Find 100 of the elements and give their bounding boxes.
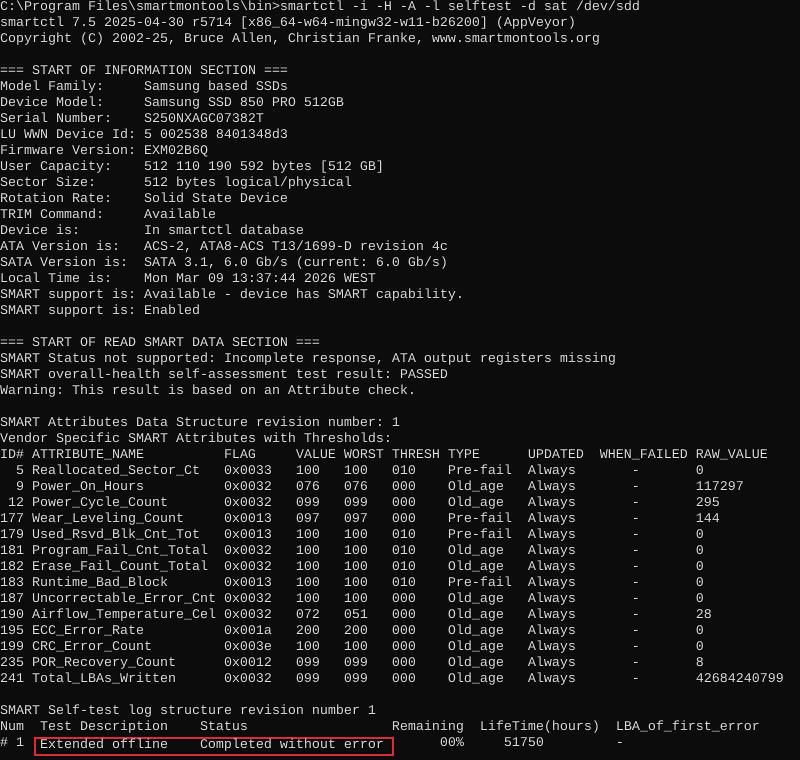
field-value: 5 002538 8401348d3 (144, 128, 288, 144)
terminal-line: smartctl 7.5 2025-04-30 r5714 [x86_64-w64-mingw32-w11-b26200] (AppVeyor) (0, 16, 576, 32)
column-header: LBA_of_first_error (616, 720, 760, 736)
field-label: Serial Number: (0, 112, 113, 128)
field-value: SATA 3.1, 6.0 Gb/s (current: 6.0 Gb/s) (144, 256, 448, 272)
table-cell: Uncorrectable_Error_Cnt (32, 592, 216, 608)
column-header: ID# (0, 448, 24, 464)
table-cell: 010 (392, 576, 416, 592)
table-cell: 100 (344, 528, 368, 544)
terminal-line: Vendor Specific SMART Attributes with Thresholds: (0, 432, 392, 448)
table-cell: - (632, 592, 640, 608)
table-cell: - (632, 544, 640, 560)
table-cell: 0 (696, 528, 704, 544)
table-cell: 076 (296, 480, 320, 496)
table-cell: 099 (344, 672, 368, 688)
table-cell: - (632, 672, 640, 688)
table-cell: Old_age (448, 496, 504, 512)
column-header: FLAG (224, 448, 256, 464)
field-label: Local Time is: (0, 272, 113, 288)
table-cell: 000 (392, 512, 416, 528)
table-cell: Airflow_Temperature_Cel (32, 608, 216, 624)
field-value: Samsung based SSDs (144, 80, 288, 96)
table-cell: 0x0013 (224, 528, 272, 544)
column-header: Num (0, 720, 24, 736)
table-cell: 100 (344, 464, 368, 480)
column-header: WHEN_FAILED (600, 448, 688, 464)
section-heading: === START OF READ SMART DATA SECTION === (0, 336, 320, 352)
table-cell: Erase_Fail_Count_Total (32, 560, 208, 576)
field-value: Available (144, 208, 216, 224)
table-cell: 099 (344, 496, 368, 512)
table-cell: - (632, 464, 640, 480)
table-cell: 000 (392, 672, 416, 688)
table-cell: 051 (344, 608, 368, 624)
table-cell: 195 (0, 624, 24, 640)
field-label: LU WWN Device Id: (0, 128, 137, 144)
table-cell: 0x0013 (224, 512, 272, 528)
table-cell: Always (528, 576, 576, 592)
table-cell: 187 (0, 592, 24, 608)
table-cell: Old_age (448, 672, 504, 688)
table-cell: - (632, 656, 640, 672)
table-cell: Always (528, 528, 576, 544)
table-cell: Total_LBAs_Written (32, 672, 176, 688)
section-heading: === START OF INFORMATION SECTION === (0, 64, 288, 80)
field-label: SMART support is: (0, 288, 137, 304)
table-cell: - (632, 496, 640, 512)
table-cell: 0x001a (224, 624, 272, 640)
column-header: ATTRIBUTE_NAME (32, 448, 144, 464)
field-label: Sector Size: (0, 176, 97, 192)
table-cell: 000 (392, 496, 416, 512)
column-header: RAW_VALUE (696, 448, 768, 464)
column-header: WORST (344, 448, 384, 464)
table-cell: Always (528, 624, 576, 640)
terminal-line: SMART Attributes Data Structure revision number: 1 (0, 416, 400, 432)
field-label: SATA Version is: (0, 256, 129, 272)
table-cell: 000 (392, 624, 416, 640)
field-label: SMART support is: (0, 304, 137, 320)
field-label: TRIM Command: (0, 208, 105, 224)
table-cell: 0 (696, 544, 704, 560)
field-value: Mon Mar 09 13:37:44 2026 WEST (144, 272, 376, 288)
table-cell: 0x0032 (224, 608, 272, 624)
table-cell: 0x0012 (224, 656, 272, 672)
column-header: Status (200, 720, 248, 736)
table-cell: Always (528, 592, 576, 608)
table-cell: # 1 (0, 736, 24, 752)
table-cell: 000 (392, 640, 416, 656)
table-cell-text: 00% (438, 736, 464, 752)
table-cell: 182 (0, 560, 24, 576)
command-line: C:\Program Files\smartmontools\bin>smartctl -i -H -A -l selftest -d sat /dev/sdd (0, 0, 640, 16)
table-cell: 0 (696, 576, 704, 592)
table-cell: 100 (296, 576, 320, 592)
table-cell: Always (528, 560, 576, 576)
table-cell: 235 (0, 656, 24, 672)
table-cell: 100 (344, 544, 368, 560)
table-cell: 097 (344, 512, 368, 528)
table-cell: CRC_Error_Count (32, 640, 152, 656)
table-cell: 100 (296, 528, 320, 544)
table-cell: Wear_Leveling_Count (32, 512, 184, 528)
table-cell: 295 (696, 496, 720, 512)
table-cell: Always (528, 640, 576, 656)
table-cell: 181 (0, 544, 24, 560)
field-value: Available - device has SMART capability. (144, 288, 464, 304)
table-cell: 177 (0, 512, 24, 528)
table-cell: 076 (344, 480, 368, 496)
table-cell: Pre-fail (448, 464, 512, 480)
table-cell: 8 (696, 656, 704, 672)
table-cell: 0 (696, 560, 704, 576)
table-cell: 100 (344, 560, 368, 576)
table-cell: 199 (0, 640, 24, 656)
field-label: Device is: (0, 224, 81, 240)
table-cell: Used_Rsvd_Blk_Cnt_Tot (32, 528, 200, 544)
table-cell: 241 (0, 672, 24, 688)
table-cell: Old_age (448, 560, 504, 576)
table-cell: 000 (392, 656, 416, 672)
table-cell: 183 (0, 576, 24, 592)
table-cell: Old_age (448, 640, 504, 656)
table-cell: Old_age (448, 608, 504, 624)
field-value: 512 bytes logical/physical (144, 176, 352, 192)
field-value: ACS-2, ATA8-ACS T13/1699-D revision 4c (144, 240, 448, 256)
table-cell: 010 (392, 464, 416, 480)
table-cell: 0x0032 (224, 592, 272, 608)
